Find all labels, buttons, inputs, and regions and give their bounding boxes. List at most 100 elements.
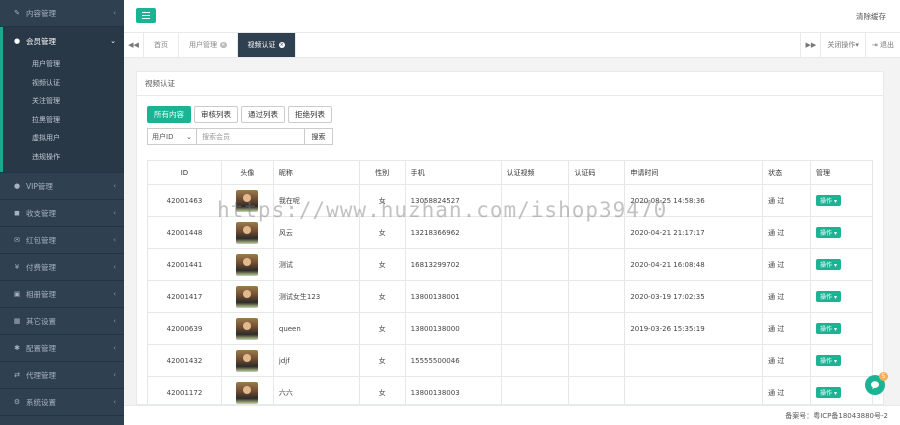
column-header: 状态 xyxy=(762,160,812,185)
filter-button[interactable]: 拒绝列表 xyxy=(288,106,332,123)
tab-item[interactable]: 首页 xyxy=(144,33,179,57)
filter-button[interactable]: 所有内容 xyxy=(147,106,191,123)
sidebar-submenu: 用户管理 视频认证 关注管理 拉黑管理 虚拟用户 违规操作 xyxy=(0,55,124,172)
avatar[interactable] xyxy=(236,381,259,404)
filter-button[interactable]: 审核列表 xyxy=(194,106,238,123)
sidebar-item-8[interactable]: ✱ 配置管理 ‹ xyxy=(0,335,124,361)
sidebar-subitem[interactable]: 视频认证 xyxy=(3,74,124,93)
filter-button[interactable]: 通过列表 xyxy=(241,106,285,123)
cell-avatar xyxy=(220,280,274,313)
hamburger-icon[interactable] xyxy=(136,8,156,23)
cell-avatar xyxy=(220,344,274,377)
cell-id: 42001448 xyxy=(147,216,222,249)
logout-button[interactable]: ⇥ 退出 xyxy=(864,33,900,57)
cell-gender: 女 xyxy=(358,280,406,313)
sidebar-item-11[interactable]: ✎问题管理‹ xyxy=(0,416,124,425)
tabs-scroll-left-icon[interactable]: ◀◀ xyxy=(124,33,144,57)
sidebar-item-label: 相册管理 xyxy=(26,289,56,299)
close-operations-dropdown[interactable]: 关闭操作▾ xyxy=(820,33,865,57)
sidebar: ✎ 内容管理 ‹ ● 会员管理 ⌄ 用户管理 视频认证 关注管理 拉黑管理 虚拟用户 违规操作 ● VIP… xyxy=(0,0,124,425)
operate-dropdown-button[interactable]: 操作 ▾ xyxy=(816,259,841,270)
close-icon[interactable]: × xyxy=(278,41,285,49)
icp-text: 备案号：粤ICP备18043880号-2 xyxy=(785,412,888,420)
cell-gender: 女 xyxy=(358,312,406,345)
table-row: 42001432 jdjf 女 15555500046 通 过操作 ▾ xyxy=(147,344,873,377)
sidebar-item-7[interactable]: ▦ 其它设置 ‹ xyxy=(0,308,124,334)
cell-manage: 操作 ▾ xyxy=(810,216,873,249)
avatar[interactable] xyxy=(236,221,259,244)
sidebar-item-5[interactable]: ¥ 付费管理 ‹ xyxy=(0,254,124,280)
avatar[interactable] xyxy=(236,317,259,340)
cell-gender: 女 xyxy=(358,376,406,404)
sidebar-item-label: 收支管理 xyxy=(26,208,56,218)
cell-id: 42001432 xyxy=(147,344,222,377)
sidebar-item-label: 系统设置 xyxy=(26,397,56,407)
sidebar-item-4[interactable]: ✉ 红包管理 ‹ xyxy=(0,227,124,253)
sidebar-subitem[interactable]: 关注管理 xyxy=(3,92,124,111)
operate-dropdown-button[interactable]: 操作 ▾ xyxy=(816,195,841,206)
cell-phone: 15555500046 xyxy=(404,344,502,377)
cell-time: 2019-03-26 15:35:19 xyxy=(624,312,764,345)
user-icon: ● xyxy=(13,37,21,45)
cell-avatar xyxy=(220,312,274,345)
operate-dropdown-button[interactable]: 操作 ▾ xyxy=(816,355,841,366)
search-button[interactable]: 搜索 xyxy=(305,128,333,145)
tab-item[interactable]: 视频认证 × xyxy=(237,33,296,57)
sidebar-item-3[interactable]: ◼ 收支管理 ‹ xyxy=(0,200,124,226)
cell-gender: 女 xyxy=(358,344,406,377)
cell-manage: 操作 ▾ xyxy=(810,312,873,345)
table-row: 42001172 六六女 13800138003 通 过操作 ▾ xyxy=(147,376,873,404)
cell-avatar xyxy=(220,376,274,404)
cell-phone: 13800138000 xyxy=(404,312,502,345)
footer: 备案号：粤ICP备18043880号-2 xyxy=(124,405,900,425)
filter-button-group: 所有内容 审核列表 通过列表 拒绝列表 xyxy=(147,106,332,123)
sidebar-subitem[interactable]: 虚拟用户 xyxy=(3,129,124,148)
cell-id: 42001172 xyxy=(147,376,222,404)
tabs-scroll-right-icon[interactable]: ▶▶ xyxy=(800,33,820,57)
avatar[interactable] xyxy=(236,285,259,308)
search-field-select[interactable]: 用户ID ⌄ xyxy=(147,128,197,145)
operate-dropdown-button[interactable]: 操作 ▾ xyxy=(816,291,841,302)
cell-id: 42001417 xyxy=(147,280,222,313)
cell-manage: 操作 ▾ xyxy=(810,376,873,404)
cell-nickname: 测试女生123 xyxy=(272,280,360,313)
cell-video xyxy=(500,376,570,404)
sidebar-item-label: 付费管理 xyxy=(26,262,56,272)
avatar[interactable] xyxy=(236,253,259,276)
verification-table: ID 头像 昵称 性别 手机 认证视频 认证码 申请时间 状态 管理 42001463 我在呢女 13… xyxy=(147,160,873,404)
tab-label: 视频认证 xyxy=(247,41,276,49)
sidebar-subitem[interactable]: 违规操作 xyxy=(3,148,124,167)
cell-code xyxy=(568,344,626,377)
chat-bubble-button[interactable]: 5 xyxy=(865,372,888,395)
column-header: 认证视频 xyxy=(500,160,570,185)
sidebar-item-9[interactable]: ⇄ 代理管理 ‹ xyxy=(0,362,124,388)
money-icon: ¥ xyxy=(14,263,20,271)
cell-id: 42001463 xyxy=(147,184,222,217)
operate-dropdown-button[interactable]: 操作 ▾ xyxy=(816,387,841,398)
cell-status: 通 过 xyxy=(762,184,812,217)
clear-cache-link[interactable]: 清除缓存 xyxy=(856,11,886,22)
sidebar-item-label: VIP管理 xyxy=(26,181,53,191)
sidebar-item-10[interactable]: ⚙ 系统设置 ‹ xyxy=(0,389,124,415)
operate-dropdown-button[interactable]: 操作 ▾ xyxy=(816,227,841,238)
sidebar-item-6[interactable]: ▣ 相册管理 ‹ xyxy=(0,281,124,307)
chevron-left-icon: ‹ xyxy=(113,9,116,17)
avatar[interactable] xyxy=(236,349,259,372)
chevron-left-icon: ‹ xyxy=(113,236,116,244)
chat-badge: 5 xyxy=(879,372,888,381)
cell-gender: 女 xyxy=(358,248,406,281)
close-icon[interactable]: × xyxy=(220,41,227,49)
sidebar-item-2[interactable]: ● VIP管理 ‹ xyxy=(0,173,124,199)
sidebar-subitem[interactable]: 拉黑管理 xyxy=(3,111,124,130)
sidebar-item-0[interactable]: ✎ 内容管理 ‹ xyxy=(0,0,124,26)
operate-dropdown-button[interactable]: 操作 ▾ xyxy=(816,323,841,334)
sidebar-subitem[interactable]: 用户管理 xyxy=(3,55,124,74)
cogs-icon: ⚙ xyxy=(13,398,21,406)
cell-code xyxy=(568,248,626,281)
cell-code xyxy=(568,376,626,404)
search-input[interactable]: 搜索会员 xyxy=(197,128,305,145)
column-header: 管理 xyxy=(810,160,873,185)
tab-item[interactable]: 用户管理 × xyxy=(179,33,238,57)
edit-icon: ✎ xyxy=(14,9,20,17)
sidebar-item-1[interactable]: ● 会员管理 ⌄ xyxy=(0,27,124,55)
